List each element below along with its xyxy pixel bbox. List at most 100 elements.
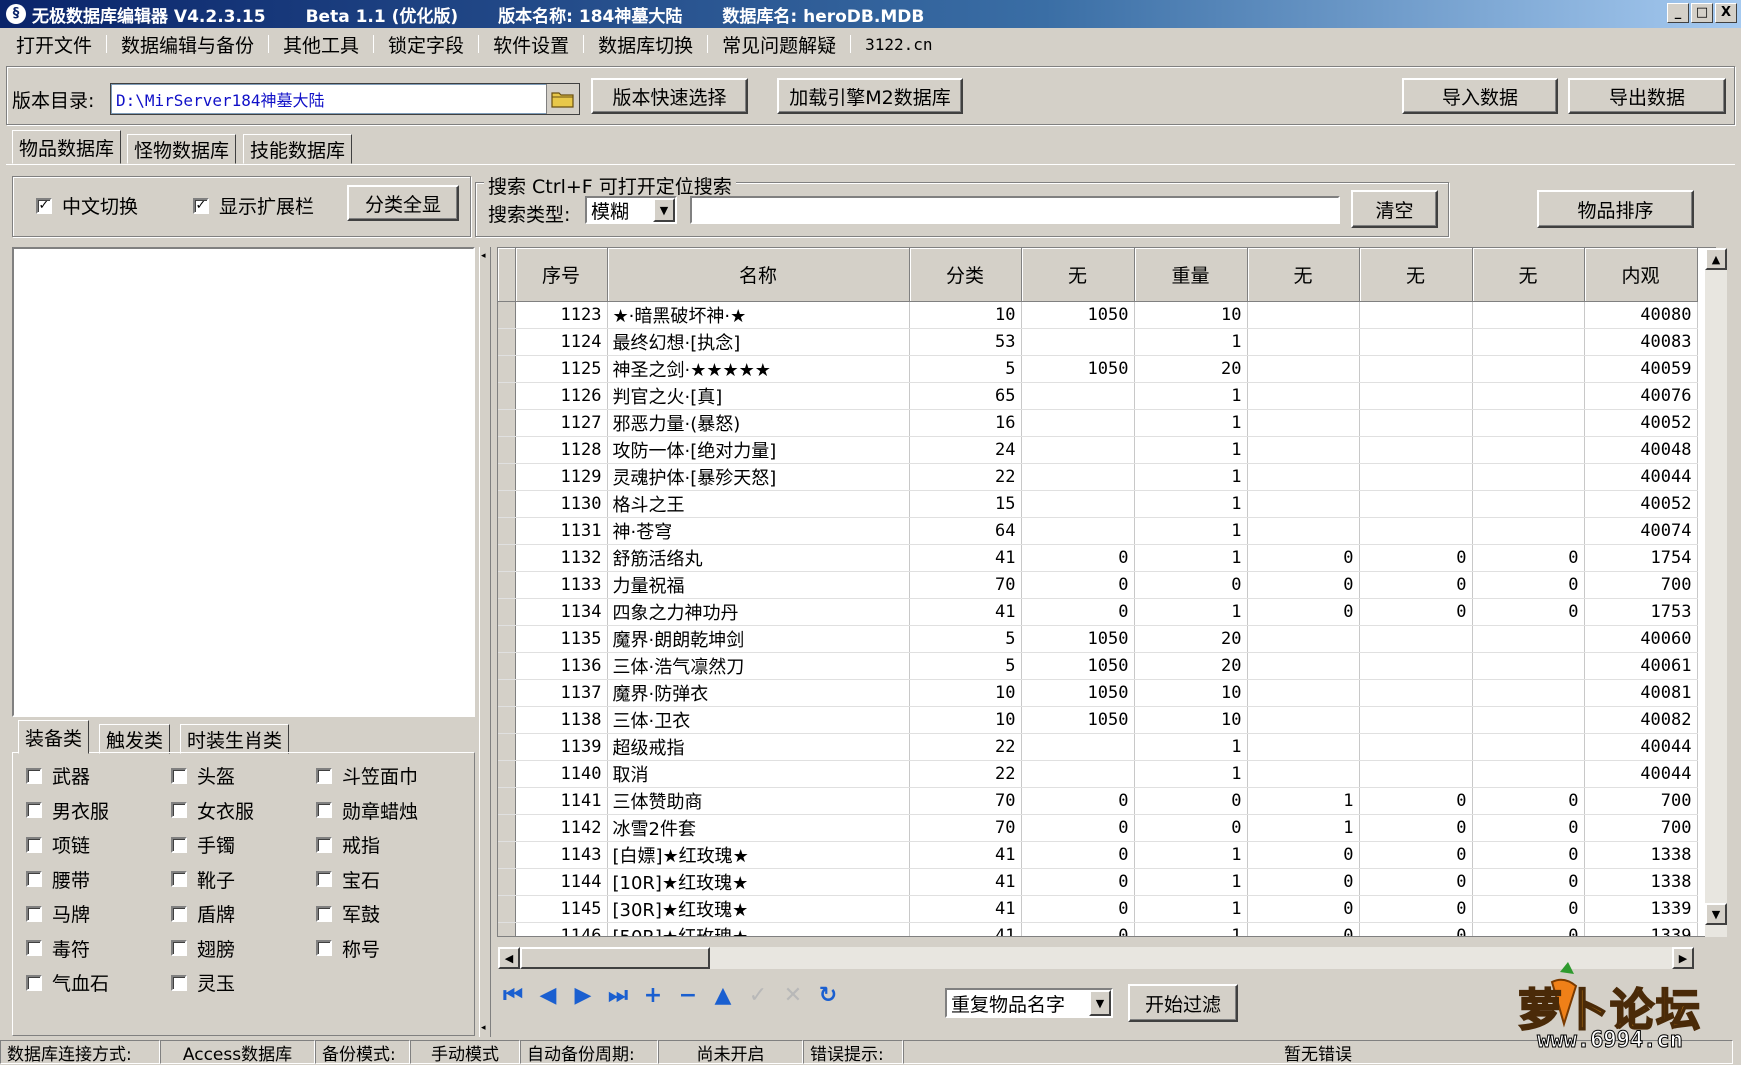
cell-weight[interactable]: 10 xyxy=(1134,679,1248,707)
menu-open-file[interactable]: 打开文件 xyxy=(6,31,102,58)
cell-seq[interactable]: 1131 xyxy=(515,517,608,545)
cell-none-4[interactable] xyxy=(1472,517,1585,545)
cell-none-3[interactable] xyxy=(1359,733,1473,761)
cell-none-4[interactable]: 0 xyxy=(1472,598,1585,626)
cell-name[interactable]: 三体·浩气凛然刀 xyxy=(607,652,910,680)
cell-weight[interactable]: 1 xyxy=(1134,598,1248,626)
cell-none-3[interactable] xyxy=(1359,625,1473,653)
cell-none-4[interactable]: 0 xyxy=(1472,895,1585,923)
cell-none-3[interactable] xyxy=(1359,706,1473,734)
cell-appearance[interactable]: 1338 xyxy=(1584,868,1698,896)
cell-weight[interactable]: 1 xyxy=(1134,733,1248,761)
table-row[interactable]: 1139 超级戒指 22 1 40044 xyxy=(498,733,1698,761)
checkbox-box[interactable] xyxy=(316,940,332,956)
checkbox-box[interactable] xyxy=(26,871,42,887)
cell-none-3[interactable]: 0 xyxy=(1359,922,1473,936)
cell-none-2[interactable]: 1 xyxy=(1247,814,1360,842)
cell-category[interactable]: 16 xyxy=(909,409,1022,437)
row-indicator[interactable] xyxy=(498,517,516,545)
row-indicator[interactable] xyxy=(498,463,516,491)
cell-none-2[interactable] xyxy=(1247,706,1360,734)
cell-none-3[interactable] xyxy=(1359,409,1473,437)
cell-appearance[interactable]: 700 xyxy=(1584,814,1698,842)
cell-none-3[interactable] xyxy=(1359,517,1473,545)
checkbox-box[interactable] xyxy=(171,767,187,784)
cell-category[interactable]: 5 xyxy=(909,625,1022,653)
table-row[interactable]: 1125 神圣之剑·★★★★★ 5 1050 20 40059 xyxy=(498,355,1698,383)
cell-weight[interactable]: 1 xyxy=(1134,841,1248,869)
vertical-scrollbar[interactable]: ▲ ▼ xyxy=(1705,248,1727,937)
cell-none-1[interactable]: 1050 xyxy=(1021,625,1135,653)
cell-appearance[interactable]: 40083 xyxy=(1584,328,1698,356)
cell-name[interactable]: 舒筋活络丸 xyxy=(607,544,910,572)
row-indicator[interactable] xyxy=(498,679,516,707)
cell-appearance[interactable]: 40081 xyxy=(1584,679,1698,707)
table-row[interactable]: 1135 魔界·朗朗乾坤剑 5 1050 20 40060 xyxy=(498,625,1698,653)
cell-none-1[interactable]: 1050 xyxy=(1021,301,1135,329)
cell-name[interactable]: 神圣之剑·★★★★★ xyxy=(607,355,910,383)
cell-none-2[interactable]: 0 xyxy=(1247,922,1360,936)
row-indicator[interactable] xyxy=(498,328,516,356)
folder-browse-button[interactable] xyxy=(546,84,579,114)
row-indicator[interactable] xyxy=(498,382,516,410)
checkbox-box[interactable] xyxy=(171,802,187,818)
table-row[interactable]: 1128 攻防一体·[绝对力量] 24 1 40048 xyxy=(498,436,1698,464)
row-indicator[interactable] xyxy=(498,841,516,869)
cell-appearance[interactable]: 40061 xyxy=(1584,652,1698,680)
cell-appearance[interactable]: 40052 xyxy=(1584,490,1698,518)
cell-category[interactable]: 24 xyxy=(909,436,1022,464)
cell-none-3[interactable] xyxy=(1359,382,1473,410)
add-record-icon[interactable]: + xyxy=(638,980,668,1010)
cell-none-3[interactable]: 0 xyxy=(1359,598,1473,626)
cell-none-3[interactable] xyxy=(1359,463,1473,491)
cell-name[interactable]: [白嫖]★红玫瑰★ xyxy=(607,841,910,869)
cell-weight[interactable]: 1 xyxy=(1134,463,1248,491)
checkbox-box[interactable] xyxy=(26,802,42,818)
cell-none-1[interactable]: 0 xyxy=(1021,922,1135,936)
cell-appearance[interactable]: 40082 xyxy=(1584,706,1698,734)
cell-category[interactable]: 64 xyxy=(909,517,1022,545)
cell-weight[interactable]: 1 xyxy=(1134,328,1248,356)
cell-none-4[interactable] xyxy=(1472,409,1585,437)
left-list-box[interactable] xyxy=(12,247,475,717)
row-indicator[interactable] xyxy=(498,787,516,815)
cell-appearance[interactable]: 40080 xyxy=(1584,301,1698,329)
table-row[interactable]: 1143 [白嫖]★红玫瑰★ 41 0 1 0 0 0 1338 xyxy=(498,841,1698,869)
tab-fashion-zodiac[interactable]: 时装生肖类 xyxy=(180,724,290,754)
cell-seq[interactable]: 1126 xyxy=(515,382,608,410)
category-checkbox[interactable]: 马牌 xyxy=(26,900,90,927)
cell-appearance[interactable]: 700 xyxy=(1584,571,1698,599)
table-row[interactable]: 1127 邪恶力量·(暴怒) 16 1 40052 xyxy=(498,409,1698,437)
show-ext-checkbox[interactable]: ✓ 显示扩展栏 xyxy=(193,192,314,219)
cell-name[interactable]: 最终幻想·[执念] xyxy=(607,328,910,356)
cell-category[interactable]: 41 xyxy=(909,841,1022,869)
header-weight[interactable]: 重量 xyxy=(1134,248,1248,302)
cell-seq[interactable]: 1130 xyxy=(515,490,608,518)
cell-category[interactable]: 5 xyxy=(909,652,1022,680)
cell-none-2[interactable] xyxy=(1247,490,1360,518)
header-none-4[interactable]: 无 xyxy=(1472,248,1585,302)
cell-weight[interactable]: 0 xyxy=(1134,571,1248,599)
edit-record-icon[interactable]: ▲ xyxy=(708,980,738,1010)
row-indicator[interactable] xyxy=(498,436,516,464)
cell-none-2[interactable]: 0 xyxy=(1247,895,1360,923)
category-checkbox[interactable]: 戒指 xyxy=(316,831,380,858)
cell-category[interactable]: 41 xyxy=(909,922,1022,936)
cell-appearance[interactable]: 40076 xyxy=(1584,382,1698,410)
cell-none-4[interactable]: 0 xyxy=(1472,787,1585,815)
cell-seq[interactable]: 1127 xyxy=(515,409,608,437)
next-record-icon[interactable]: ▶ xyxy=(568,980,598,1010)
row-indicator[interactable] xyxy=(498,760,516,788)
category-checkbox[interactable]: 项链 xyxy=(26,831,90,858)
cell-none-4[interactable] xyxy=(1472,706,1585,734)
cell-none-3[interactable] xyxy=(1359,436,1473,464)
cell-weight[interactable]: 20 xyxy=(1134,652,1248,680)
row-indicator[interactable] xyxy=(498,868,516,896)
header-none-3[interactable]: 无 xyxy=(1359,248,1473,302)
cell-none-1[interactable] xyxy=(1021,490,1135,518)
cell-weight[interactable]: 1 xyxy=(1134,544,1248,572)
cell-none-2[interactable] xyxy=(1247,679,1360,707)
scroll-up-icon[interactable]: ▲ xyxy=(1705,248,1727,270)
cell-appearance[interactable]: 1339 xyxy=(1584,895,1698,923)
cell-none-3[interactable]: 0 xyxy=(1359,841,1473,869)
